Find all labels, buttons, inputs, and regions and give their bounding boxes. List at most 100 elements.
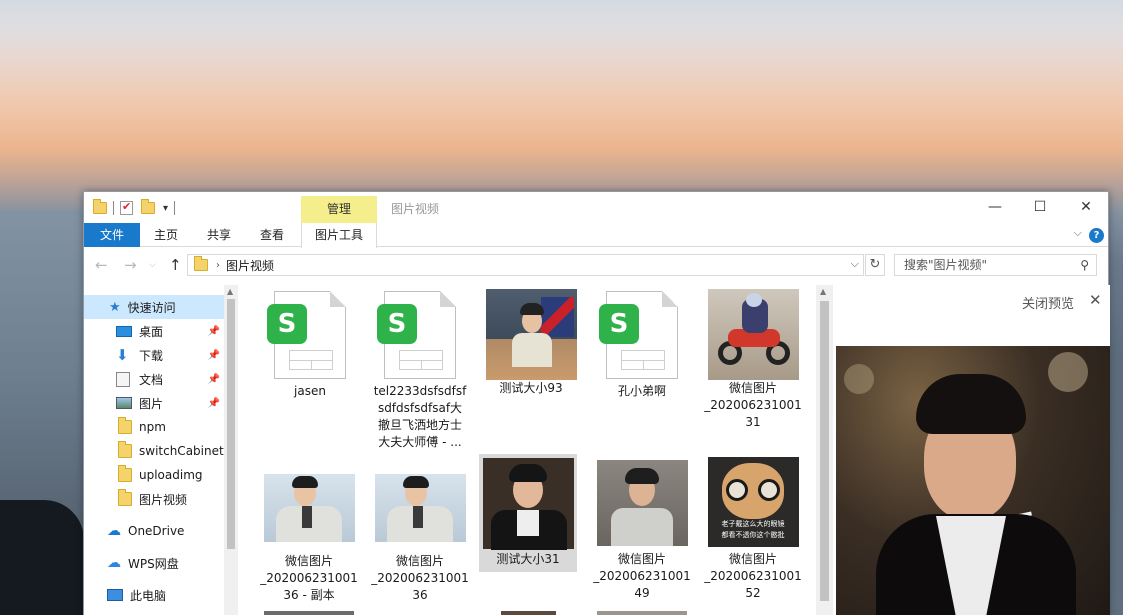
sidebar-item-quick-access[interactable]: ★ 快速访问	[84, 295, 224, 319]
file-item[interactable]: 测试大小93	[482, 289, 580, 397]
image-thumbnail[interactable]	[597, 611, 687, 615]
chevron-down-icon[interactable]: ⌵	[851, 257, 859, 271]
back-button[interactable]: ←	[95, 256, 108, 274]
sidebar-item-label: 文档	[139, 372, 164, 387]
file-item[interactable]: S tel2233dsfsdfsf sdfdsfsdfsaf大 撤旦飞洒地方士 …	[371, 291, 469, 451]
chevron-right-icon[interactable]: ›	[216, 260, 220, 271]
navigation-pane: ★ 快速访问 桌面 📌 ⬇ 下载 📌 文档 📌 图片 📌 npm switchC…	[84, 285, 238, 615]
image-thumbnail	[374, 474, 466, 542]
window-title: 图片视频	[391, 202, 440, 216]
content-scrollbar[interactable]: ▲	[816, 285, 833, 615]
image-thumbnail[interactable]	[501, 611, 556, 615]
file-name-line: 大夫大师傅 - ...	[378, 435, 462, 449]
file-name: jasen	[294, 384, 326, 398]
sidebar-item-label: OneDrive	[128, 524, 185, 538]
sidebar-item-documents[interactable]: 文档 📌	[84, 367, 224, 391]
help-icon[interactable]: ?	[1089, 228, 1104, 243]
breadcrumb[interactable]: 图片视频	[226, 257, 274, 274]
file-name-line: _202006231001	[371, 571, 469, 585]
file-name-line: 36 - 副本	[283, 588, 335, 602]
pin-icon[interactable]: 📌	[208, 326, 220, 337]
tab-file[interactable]: 文件	[84, 223, 140, 247]
maximize-button[interactable]: ☐	[1017, 192, 1063, 222]
sidebar-item-label: 此电脑	[130, 588, 167, 603]
sidebar-item-wps-cloud[interactable]: ☁ WPS网盘	[84, 551, 224, 575]
sidebar-item-downloads[interactable]: ⬇ 下载 📌	[84, 343, 224, 367]
ribbon: 文件 主页 共享 查看 图片工具 ⌵ ?	[84, 223, 1108, 248]
sidebar-item-onedrive[interactable]: ☁ OneDrive	[84, 519, 224, 543]
new-folder-icon[interactable]	[141, 199, 155, 214]
file-name-line: 微信图片	[284, 554, 333, 568]
tab-view[interactable]: 查看	[251, 223, 293, 247]
address-bar[interactable]: › 图片视频 ⌵	[187, 254, 864, 276]
file-name: 微信图片 _202006231001 49	[593, 551, 691, 602]
file-name: 测试大小31	[496, 552, 560, 566]
file-name-line: _202006231001	[704, 569, 802, 583]
sidebar-item-npm[interactable]: npm	[84, 415, 224, 439]
forward-button[interactable]: →	[124, 256, 137, 274]
search-input[interactable]: 搜索"图片视频" ⚲	[894, 254, 1097, 276]
tab-home[interactable]: 主页	[145, 223, 187, 247]
preview-pane: 关闭预览 ✕	[834, 285, 1110, 615]
sidebar-item-label: switchCabinet	[139, 444, 224, 458]
close-icon[interactable]: ✕	[1089, 291, 1102, 309]
search-icon: ⚲	[1080, 258, 1089, 272]
file-name-line: 微信图片	[395, 554, 444, 568]
pin-icon[interactable]: 📌	[208, 374, 220, 385]
image-thumbnail[interactable]	[264, 611, 354, 615]
minimize-button[interactable]: —	[972, 192, 1018, 222]
tab-share[interactable]: 共享	[198, 223, 240, 247]
spreadsheet-icon: S	[377, 291, 456, 379]
meme-caption: 老子戴这么大的眼镜 都看不透你这个憨批	[708, 519, 799, 541]
tab-picture-tools[interactable]: 图片工具	[301, 223, 377, 248]
refresh-button[interactable]: ↻	[865, 254, 885, 276]
file-item[interactable]: S jasen	[261, 291, 359, 400]
sidebar-item-uploadimg[interactable]: uploadimg	[84, 463, 224, 487]
close-button[interactable]: ✕	[1063, 192, 1109, 222]
sidebar-item-picture-video[interactable]: 图片视频	[84, 487, 224, 511]
star-icon: ★	[109, 299, 121, 315]
title-bar: ▾ 管理 图片视频 — ☐ ✕	[84, 192, 1108, 223]
scrollbar-thumb[interactable]	[227, 299, 235, 549]
sidebar-item-this-pc[interactable]: 此电脑	[84, 583, 224, 607]
file-item[interactable]: 微信图片 _202006231001 36	[371, 470, 469, 604]
file-item[interactable]: 微信图片 _202006231001 49	[593, 460, 691, 602]
computer-icon	[107, 589, 123, 601]
sidebar-item-desktop[interactable]: 桌面 📌	[84, 319, 224, 343]
chevron-down-icon[interactable]: ⌵	[1074, 226, 1082, 240]
sidebar-scrollbar[interactable]: ▲	[224, 285, 238, 615]
properties-icon[interactable]	[120, 200, 133, 215]
divider	[174, 201, 176, 215]
scroll-up-icon[interactable]: ▲	[820, 287, 826, 296]
file-name-line: sdfdsfsdfsaf大	[377, 401, 463, 415]
sidebar-item-label: 桌面	[139, 324, 164, 339]
meme-caption-line: 都看不透你这个憨批	[721, 531, 785, 539]
close-preview-label[interactable]: 关闭预览	[1022, 293, 1074, 312]
up-button[interactable]: ↑	[169, 256, 182, 274]
quick-access-toolbar: ▾	[93, 199, 181, 216]
sidebar-item-switchcabinet[interactable]: switchCabinet	[84, 439, 224, 463]
scrollbar-thumb[interactable]	[820, 301, 829, 601]
sidebar-item-pictures[interactable]: 图片 📌	[84, 391, 224, 415]
tab-manage[interactable]: 管理	[301, 196, 377, 223]
file-name: 孔小弟啊	[617, 384, 666, 398]
picture-icon	[116, 397, 132, 409]
spreadsheet-icon: S	[599, 291, 678, 379]
file-item[interactable]: 老子戴这么大的眼镜 都看不透你这个憨批 微信图片 _202006231001 5…	[704, 457, 802, 602]
file-item[interactable]: S 孔小弟啊	[593, 291, 691, 400]
file-name: 测试大小93	[499, 381, 563, 395]
pin-icon[interactable]: 📌	[208, 398, 220, 409]
recent-locations-icon[interactable]: ⌵	[149, 260, 156, 270]
file-item[interactable]: 微信图片 _202006231001 31	[704, 289, 802, 431]
pin-icon[interactable]: 📌	[208, 350, 220, 361]
file-name: tel2233dsfsdfsf sdfdsfsdfsaf大 撤旦飞洒地方士 大夫…	[371, 383, 469, 451]
file-item[interactable]: 微信图片 _202006231001 36 - 副本	[260, 470, 358, 604]
scroll-up-icon[interactable]: ▲	[227, 287, 233, 296]
customize-toolbar-icon[interactable]: ▾	[163, 203, 168, 214]
cloud-icon: ☁	[107, 555, 121, 571]
folder-icon	[118, 465, 132, 482]
file-item-selected[interactable]: 测试大小31	[479, 454, 577, 572]
file-name: 微信图片 _202006231001 36 - 副本	[260, 553, 358, 604]
file-name-line: 31	[745, 415, 761, 429]
spreadsheet-icon: S	[267, 291, 346, 379]
